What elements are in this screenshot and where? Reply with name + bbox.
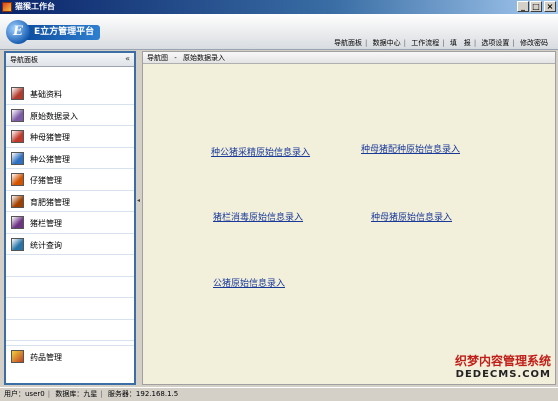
sidebar-item-fattening-management[interactable]: 育肥猪管理 [6, 191, 134, 212]
sidebar-menu: 基础资料 原始数据录入 种母猪管理 种公猪管理 仔猪管理 育肥猪管理 猪栏管理 [6, 83, 134, 341]
piglet-icon [11, 173, 24, 186]
watermark-line1: 织梦内容管理系统 [454, 354, 551, 368]
logo: E立方管理平台 E [6, 20, 101, 44]
status-bar: 用户：user0 | 数据库：九星 | 服务器：192.168.1.5 [0, 387, 558, 401]
breadcrumb-current: 原始数据录入 [183, 54, 225, 62]
link-sow-breeding-entry[interactable]: 种母猪配种原始信息录入 [361, 142, 460, 155]
main-content: 导航图 - 原始数据录入 种公猪采精原始信息录入 种母猪配种原始信息录入 猪栏消… [142, 51, 556, 385]
sidebar-item-pen-management[interactable]: 猪栏管理 [6, 212, 134, 234]
status-server: 服务器：192.168.1.5 [107, 390, 179, 398]
sow-icon [11, 130, 24, 143]
topnav-workflow[interactable]: 工作流程 [411, 39, 439, 47]
maximize-button[interactable]: □ [530, 1, 542, 12]
sidebar-title: 导航面板 [10, 56, 38, 64]
sidebar-empty-row [6, 298, 134, 320]
sidebar-header: 导航面板 « [6, 53, 134, 67]
window-titlebar: 猫猴工作台 _ □ × [0, 0, 558, 14]
sidebar-empty-row [6, 255, 134, 277]
medicine-icon [11, 350, 24, 363]
watermark: 织梦内容管理系统 DEDECMS.COM [455, 352, 551, 380]
sidebar-item-sow-management[interactable]: 种母猪管理 [6, 126, 134, 148]
topnav-nav-panel[interactable]: 导航面板 [334, 39, 362, 47]
logo-e-icon: E [6, 20, 30, 44]
topnav-change-password[interactable]: 修改密码 [520, 39, 548, 47]
sidebar-empty-row [6, 320, 134, 341]
sidebar-item-raw-data-entry[interactable]: 原始数据录入 [6, 105, 134, 126]
link-boar-semen-entry[interactable]: 种公猪采精原始信息录入 [211, 145, 310, 158]
fattening-pig-icon [11, 194, 24, 208]
link-pen-disinfect-entry[interactable]: 猪栏消毒原始信息录入 [213, 210, 303, 223]
breadcrumb-root[interactable]: 导航图 [147, 54, 168, 62]
minimize-button[interactable]: _ [517, 1, 529, 12]
pen-icon [11, 216, 24, 229]
breadcrumb: 导航图 - 原始数据录入 [143, 52, 555, 64]
window-title: 猫猴工作台 [15, 2, 55, 11]
boar-icon [11, 151, 24, 165]
top-nav: 导航面板 | 数据中心 | 工作流程 | 填 报 | 选项设置 | 修改密码 [334, 39, 548, 47]
statistics-icon [11, 237, 24, 251]
sidebar: 导航面板 « 基础资料 原始数据录入 种母猪管理 种公猪管理 仔猪管理 育肥猪管… [4, 51, 136, 385]
topnav-options[interactable]: 选项设置 [481, 39, 509, 47]
app-icon [2, 2, 12, 12]
raw-data-entry-icon [11, 108, 24, 122]
splitter-arrow-icon[interactable]: ◂ [137, 197, 140, 204]
close-button[interactable]: × [544, 1, 556, 12]
topnav-data-center[interactable]: 数据中心 [373, 39, 401, 47]
app-header: E立方管理平台 E 导航面板 | 数据中心 | 工作流程 | 填 报 | 选项设置 | 修… [0, 14, 558, 50]
link-boar-info-entry[interactable]: 公猪原始信息录入 [213, 276, 285, 289]
sidebar-item-boar-management[interactable]: 种公猪管理 [6, 148, 134, 169]
link-sow-info-entry[interactable]: 种母猪原始信息录入 [371, 210, 452, 223]
watermark-line2: DEDECMS.COM [455, 369, 551, 380]
collapse-icon[interactable]: « [125, 54, 130, 63]
sidebar-empty-row [6, 277, 134, 298]
status-database: 数据库：九星 [55, 390, 98, 398]
sidebar-item-medicine-management[interactable]: 药品管理 [6, 345, 134, 367]
status-user: 用户：user0 [4, 390, 45, 398]
topnav-report[interactable]: 填 报 [450, 39, 471, 47]
sidebar-item-basic-data[interactable]: 基础资料 [6, 83, 134, 105]
sidebar-item-statistics[interactable]: 统计查询 [6, 234, 134, 255]
basic-data-icon [11, 87, 24, 100]
sidebar-item-piglet-management[interactable]: 仔猪管理 [6, 169, 134, 191]
logo-text: E立方管理平台 [26, 25, 101, 40]
